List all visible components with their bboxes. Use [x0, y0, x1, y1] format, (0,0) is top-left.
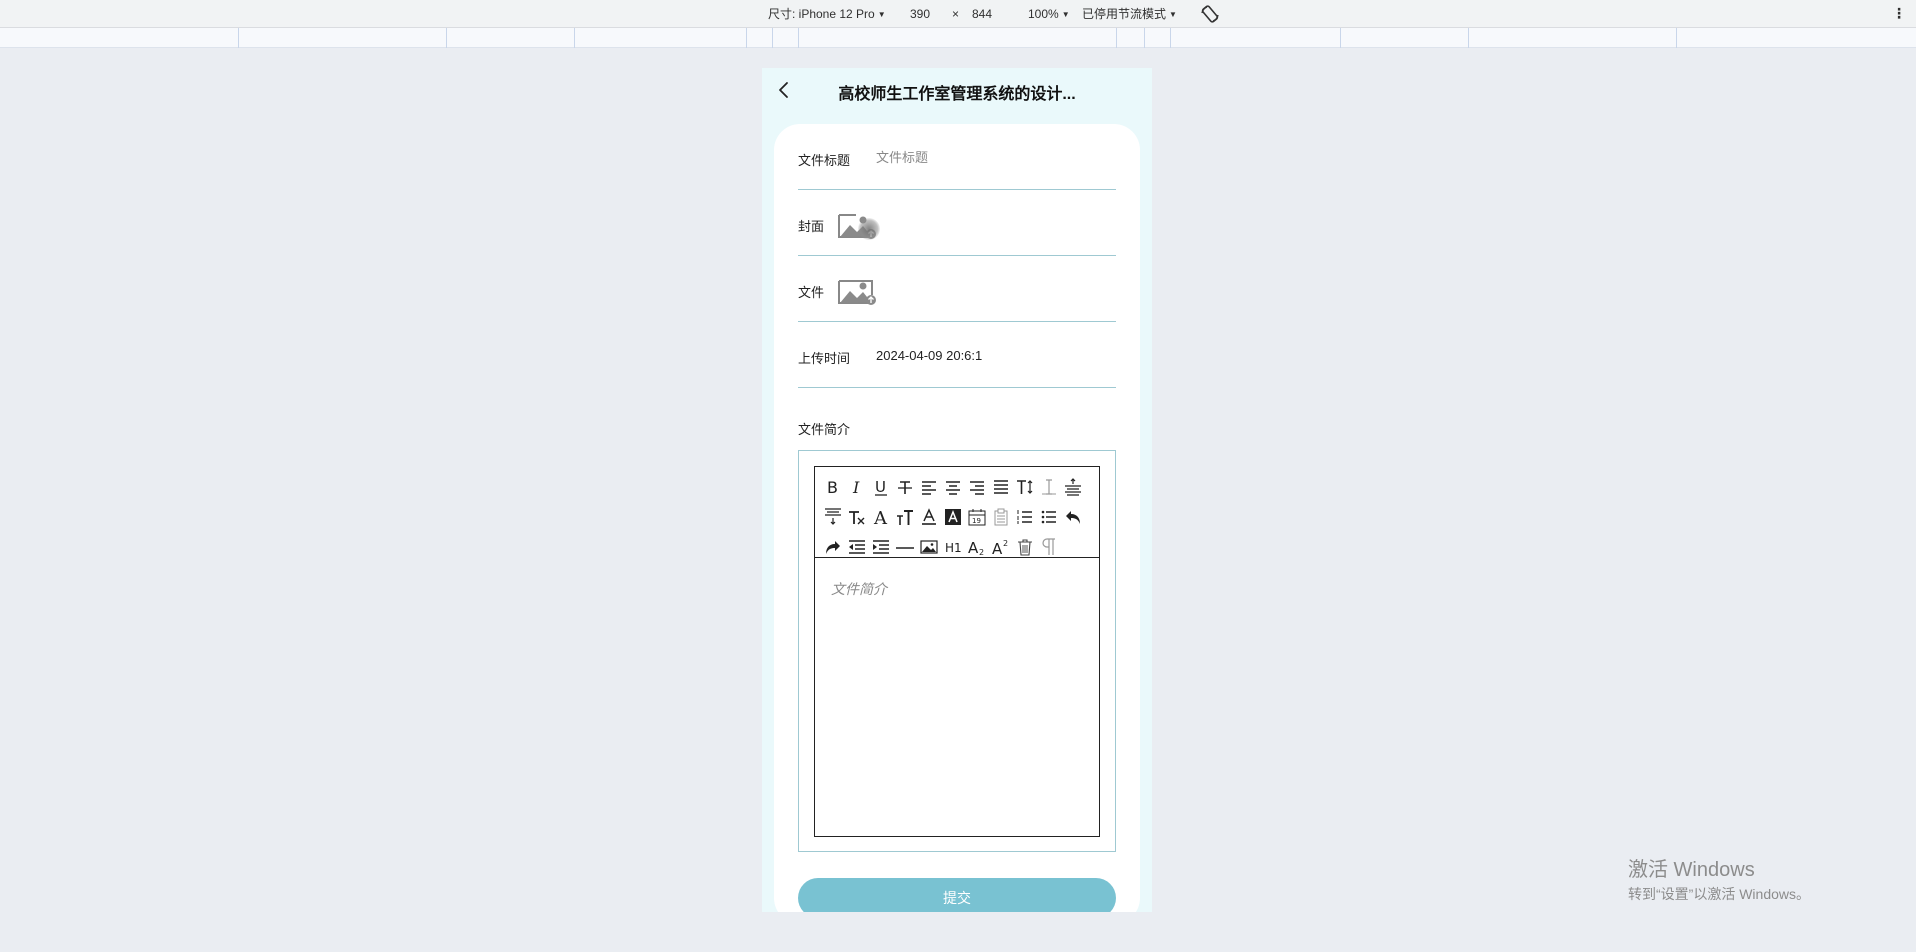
superscript-icon[interactable]: A2	[989, 532, 1013, 562]
line-height-icon[interactable]	[1037, 472, 1061, 502]
ruler-tick	[1340, 28, 1341, 48]
file-upload[interactable]	[836, 272, 878, 306]
align-center-icon[interactable]	[941, 472, 965, 502]
watermark-line2: 转到“设置”以激活 Windows。	[1628, 886, 1811, 902]
bold-icon[interactable]: B	[821, 472, 845, 502]
ordered-list-icon[interactable]	[1013, 502, 1037, 532]
chevron-down-icon: ▼	[1169, 10, 1177, 19]
date-icon[interactable]: 19	[965, 502, 989, 532]
cover-upload[interactable]	[836, 206, 880, 240]
file-label: 文件	[798, 285, 825, 300]
ruler-tick	[772, 28, 773, 48]
upload-time-row: 上传时间 2024-04-09 20:6:1	[798, 322, 1116, 388]
strikethrough-icon[interactable]	[893, 472, 917, 502]
paragraph-spacing-bottom-icon[interactable]	[821, 502, 845, 532]
ruler-tick	[1144, 28, 1145, 48]
background-color-icon[interactable]	[941, 502, 965, 532]
cover-row: 封面	[798, 190, 1116, 256]
ruler-tick	[238, 28, 239, 48]
form-card: 文件标题 封面 文件	[774, 124, 1140, 912]
ruler-tick	[1468, 28, 1469, 48]
device-select[interactable]: 尺寸: iPhone 12 Pro ▼	[768, 7, 886, 22]
page-title: 高校师生工作室管理系统的设计...	[838, 86, 1076, 103]
title-input[interactable]	[876, 148, 1106, 166]
svg-text:2: 2	[979, 548, 984, 556]
svg-text:A: A	[873, 508, 888, 526]
title-row: 文件标题	[798, 124, 1116, 190]
svg-text:U: U	[875, 478, 886, 496]
align-right-icon[interactable]	[965, 472, 989, 502]
touch-indicator	[858, 218, 880, 240]
dimension-separator: ×	[952, 7, 960, 21]
nav-bar: 高校师生工作室管理系统的设计...	[762, 68, 1152, 112]
device-height-input[interactable]: 844	[972, 7, 992, 21]
align-justify-icon[interactable]	[989, 472, 1013, 502]
ruler-tick	[1170, 28, 1171, 48]
svg-text:I: I	[852, 478, 860, 496]
svg-text:A: A	[992, 540, 1003, 556]
rich-text-editor: B I U A 19 H1 A 2 A 2 文件简介	[814, 466, 1100, 837]
zoom-select[interactable]: 100% ▼	[1028, 7, 1070, 22]
svg-text:A: A	[968, 539, 979, 556]
chevron-down-icon: ▼	[1061, 10, 1070, 19]
devtools-device-toolbar: 尺寸: iPhone 12 Pro ▼ 390 × 844 100% ▼ 已停用节流…	[0, 0, 1916, 28]
cover-label: 封面	[798, 219, 825, 234]
throttle-value: 已停用节流模式	[1082, 7, 1167, 21]
undo-icon[interactable]	[1061, 502, 1085, 532]
upload-time-label: 上传时间	[798, 351, 851, 366]
svg-text:B: B	[827, 478, 838, 496]
image-upload-icon	[838, 280, 876, 305]
ruler-tick	[446, 28, 447, 48]
italic-icon[interactable]: I	[845, 472, 869, 502]
throttle-select[interactable]: 已停用节流模式 ▼	[1082, 7, 1177, 22]
chevron-down-icon: ▼	[877, 10, 886, 19]
more-vert-icon[interactable]: ⋮	[1892, 6, 1906, 20]
underline-icon[interactable]: U	[869, 472, 893, 502]
zoom-value: 100%	[1028, 7, 1059, 21]
editor-placeholder[interactable]: 文件简介	[831, 579, 887, 599]
watermark-line1: 激活 Windows	[1628, 859, 1755, 881]
delete-icon[interactable]	[1013, 532, 1037, 562]
ruler-tick	[1676, 28, 1677, 48]
intro-label: 文件简介	[798, 422, 851, 437]
rotate-icon[interactable]	[1200, 4, 1220, 24]
horizontal-rule-icon[interactable]	[893, 532, 917, 562]
align-left-icon[interactable]	[917, 472, 941, 502]
font-color-icon[interactable]	[917, 502, 941, 532]
indent-icon[interactable]	[869, 532, 893, 562]
text-size-icon[interactable]	[893, 502, 917, 532]
outdent-icon[interactable]	[845, 532, 869, 562]
svg-text:2: 2	[1003, 539, 1008, 548]
device-width-input[interactable]: 390	[910, 7, 930, 21]
ruler-tick	[798, 28, 799, 48]
redo-icon[interactable]	[821, 532, 845, 562]
media-query-ruler	[0, 28, 1916, 48]
file-row: 文件	[798, 256, 1116, 322]
ruler-tick	[574, 28, 575, 48]
intro-editor-frame: B I U A 19 H1 A 2 A 2 文件简介	[798, 450, 1116, 852]
unordered-list-icon[interactable]	[1037, 502, 1061, 532]
subscript-icon[interactable]: A2	[965, 532, 989, 562]
heading-icon[interactable]: H1	[941, 532, 965, 562]
paste-icon[interactable]	[989, 502, 1013, 532]
paragraph-icon[interactable]	[1037, 532, 1061, 562]
windows-activation-watermark: 激活 Windows 转到“设置”以激活 Windows。	[1628, 858, 1810, 904]
device-label: 尺寸: iPhone 12 Pro	[768, 7, 875, 21]
svg-text:19: 19	[972, 517, 981, 525]
paragraph-spacing-top-icon[interactable]	[1061, 472, 1085, 502]
title-label: 文件标题	[798, 153, 851, 168]
font-size-icon[interactable]	[1013, 472, 1037, 502]
submit-button[interactable]: 提交	[798, 878, 1116, 912]
upload-time-value: 2024-04-09 20:6:1	[876, 348, 983, 363]
device-viewport: 高校师生工作室管理系统的设计... 文件标题 封面 文件	[762, 68, 1152, 912]
font-family-icon[interactable]: A	[869, 502, 893, 532]
insert-image-icon[interactable]	[917, 532, 941, 562]
ruler-tick	[746, 28, 747, 48]
clear-format-icon[interactable]	[845, 502, 869, 532]
ruler-tick	[1116, 28, 1117, 48]
editor-toolbar: B I U A 19 H1 A 2 A 2	[815, 467, 1099, 558]
svg-text:H1: H1	[945, 541, 962, 555]
chevron-left-icon[interactable]	[774, 80, 794, 100]
